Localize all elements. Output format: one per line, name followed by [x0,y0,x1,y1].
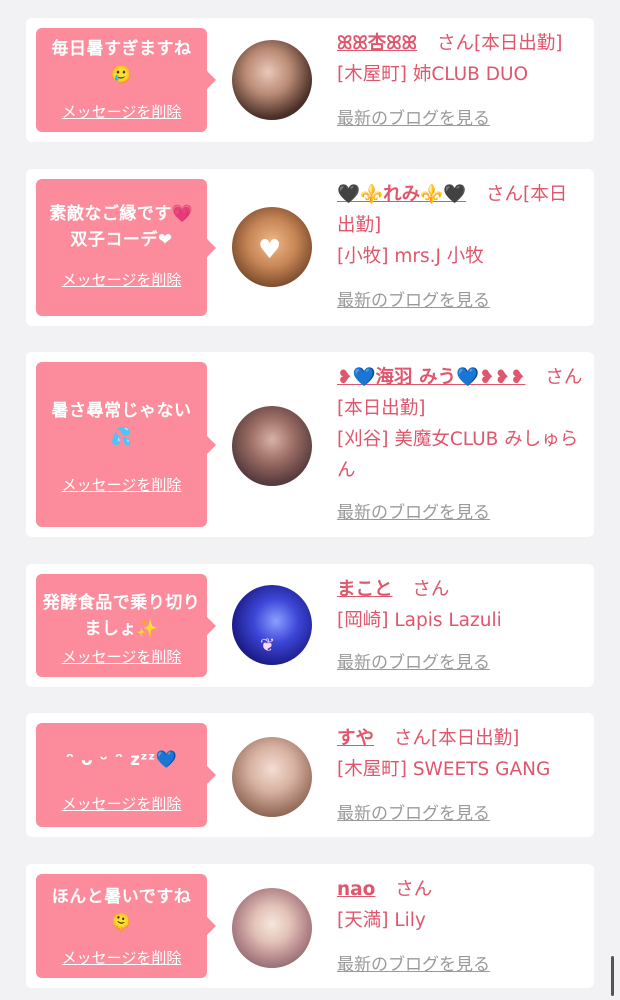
honorific: さん [436,33,474,54]
latest-blog-link[interactable]: 最新のブログを見る [337,954,490,976]
cast-name-link[interactable]: まこと [337,579,393,600]
avatar[interactable] [232,888,312,968]
shop-label: [木屋町] SWEETS GANG [337,759,551,780]
delete-message-link[interactable]: メッセージを削除 [36,103,207,121]
delete-message-link[interactable]: メッセージを削除 [36,949,207,967]
message-card: ほんと暑いですね🫠 メッセージを削除 nao さん [天満] Lily 最新のブ… [26,864,594,988]
cast-name-link[interactable]: nao [337,879,375,900]
latest-blog-link[interactable]: 最新のブログを見る [337,803,490,825]
message-text: ほんと暑いですね🫠 [51,887,192,933]
heart-icon: ♥ [258,235,282,265]
message-bubble: 暑さ尋常じゃない💦 メッセージを削除 [36,362,216,527]
message-card: 暑さ尋常じゃない💦 メッセージを削除 ❥💙海羽 みう💙❥❥❥ さん [本日出勤] … [26,352,594,537]
message-text: ᵔ ᴗ ᵕ ᵔ zᶻᶻ💙 [65,750,178,770]
honorific: さん [545,367,583,388]
avatar[interactable]: ♥ [232,207,312,287]
avatar[interactable] [232,406,312,486]
avatar[interactable] [232,737,312,817]
message-bubble: 発酵食品で乗り切りましょ✨ メッセージを削除 [36,574,216,677]
scrollbar[interactable] [611,956,614,996]
cast-name-link[interactable]: ❥💙海羽 みう💙❥❥❥ [337,367,526,388]
cast-info: 🖤⚜️れみ⚜️🖤 さん[本日出勤] [小牧] mrs.J 小牧 [337,179,585,272]
status-badge: [本日出勤] [337,398,426,419]
shop-label: [岡崎] Lapis Lazuli [337,610,502,631]
shop-label: [木屋町] 姉CLUB DUO [337,64,529,85]
avatar[interactable] [232,40,312,120]
message-card: ᵔ ᴗ ᵕ ᵔ zᶻᶻ💙 メッセージを削除 すや さん[本日出勤] [木屋町] … [26,713,594,837]
delete-message-link[interactable]: メッセージを削除 [36,795,207,813]
honorific: さん [412,579,450,600]
message-bubble: ほんと暑いですね🫠 メッセージを削除 [36,874,216,978]
delete-message-link[interactable]: メッセージを削除 [36,476,207,494]
latest-blog-link[interactable]: 最新のブログを見る [337,502,490,524]
shop-label: [刈谷] 美魔女CLUB みしゅらん [337,429,579,481]
message-bubble: 素敵なご縁です💗双子コーデ❤ メッセージを削除 [36,179,216,316]
cast-name-link[interactable]: ꕤꕤ杏ꕤꕤ [337,33,417,54]
cast-name-link[interactable]: すや [337,728,374,749]
cast-info: まこと さん [岡崎] Lapis Lazuli [337,574,585,636]
cast-info: すや さん[本日出勤] [木屋町] SWEETS GANG [337,723,585,785]
cast-name-link[interactable]: 🖤⚜️れみ⚜️🖤 [337,184,466,205]
cast-info: nao さん [天満] Lily [337,874,585,936]
message-card: 素敵なご縁です💗双子コーデ❤ メッセージを削除 ♥ 🖤⚜️れみ⚜️🖤 さん[本日… [26,169,594,326]
message-bubble: ᵔ ᴗ ᵕ ᵔ zᶻᶻ💙 メッセージを削除 [36,723,216,827]
butterfly-icon: ❦ [260,635,276,656]
delete-message-link[interactable]: メッセージを削除 [36,648,207,666]
cast-info: ❥💙海羽 みう💙❥❥❥ さん [本日出勤] [刈谷] 美魔女CLUB みしゅらん [337,362,585,486]
shop-label: [小牧] mrs.J 小牧 [337,246,484,267]
latest-blog-link[interactable]: 最新のブログを見る [337,290,490,312]
honorific: さん [486,184,524,205]
status-badge: [本日出勤] [473,33,563,54]
message-text: 発酵食品で乗り切りましょ✨ [42,593,201,639]
message-text: 素敵なご縁です💗双子コーデ❤ [49,204,194,250]
shop-label: [天満] Lily [337,910,426,931]
avatar[interactable]: ❦ [232,585,312,665]
latest-blog-link[interactable]: 最新のブログを見る [337,652,490,674]
message-bubble: 毎日暑すぎますね🥲 メッセージを削除 [36,28,216,132]
latest-blog-link[interactable]: 最新のブログを見る [337,108,490,130]
honorific: さん [393,728,431,749]
message-list: 毎日暑すぎますね🥲 メッセージを削除 ꕤꕤ杏ꕤꕤ さん[本日出勤] [木屋町] … [0,0,620,1000]
honorific: さん [395,879,433,900]
status-badge: [本日出勤] [430,728,520,749]
message-text: 暑さ尋常じゃない💦 [51,401,192,447]
delete-message-link[interactable]: メッセージを削除 [36,271,207,289]
message-text: 毎日暑すぎますね🥲 [51,39,192,85]
cast-info: ꕤꕤ杏ꕤꕤ さん[本日出勤] [木屋町] 姉CLUB DUO [337,28,585,90]
message-card: 毎日暑すぎますね🥲 メッセージを削除 ꕤꕤ杏ꕤꕤ さん[本日出勤] [木屋町] … [26,18,594,142]
message-card: 発酵食品で乗り切りましょ✨ メッセージを削除 ❦ まこと さん [岡崎] Lap… [26,564,594,687]
